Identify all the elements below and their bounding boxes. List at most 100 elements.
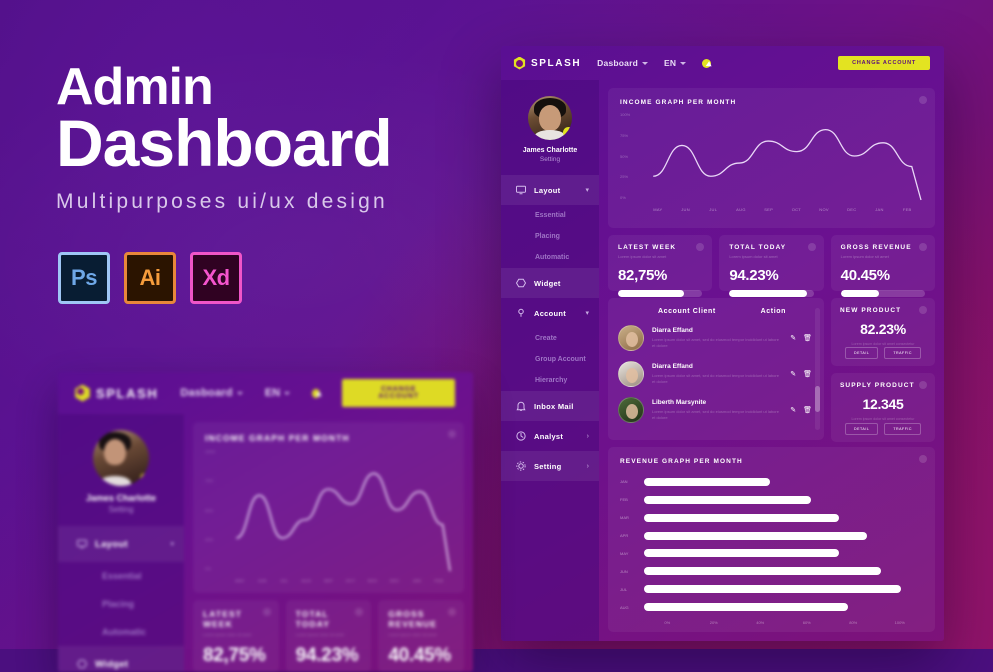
sidebar-subitem-group-account[interactable]: Group Account	[501, 349, 599, 370]
card-menu-icon	[355, 608, 364, 616]
promo-title-line2: Dashboard	[56, 105, 393, 180]
stat-progress-bar	[729, 290, 814, 297]
user-icon	[515, 307, 527, 319]
sidebar-subitem-hierarchy[interactable]: Hierarchy	[501, 370, 599, 391]
nav-language[interactable]: EN	[663, 58, 687, 68]
card-menu-icon[interactable]	[919, 455, 927, 463]
sidebar-item-layout-label: Layout	[95, 538, 128, 550]
income-graph-title: INCOME GRAPH PER MONTH	[620, 99, 737, 106]
scrollbar-thumb[interactable]	[815, 386, 820, 412]
revenue-x-axis: 0% 20% 40% 60% 80% 100%	[620, 620, 923, 625]
dashboard-topbar: SPLASH Dasboard EN CHANGE ACCOUNT	[501, 46, 944, 80]
sidebar-subitem-automatic[interactable]: Automatic	[501, 247, 599, 268]
change-account-button[interactable]: CHANGE ACCOUNT	[838, 56, 930, 70]
revenue-bar-label: APR	[620, 533, 629, 539]
trash-icon[interactable]: 🗑	[803, 370, 812, 378]
stat-title: TOTAL TODAY	[729, 244, 787, 251]
stat-value: 94.23%	[729, 267, 779, 284]
revenue-bar-label: AUG	[620, 604, 629, 610]
stat-cards-row: LATEST WEEK Lorem ipsum dolor sit amet 8…	[193, 600, 465, 672]
revenue-bar	[644, 603, 848, 612]
traffic-button[interactable]: TRAFFIC	[884, 422, 921, 435]
x-tick: OCT	[791, 206, 802, 212]
revenue-bar-row: AUG	[620, 603, 923, 612]
sidebar-subitem-create[interactable]: Create	[501, 328, 599, 349]
trash-icon[interactable]: 🗑	[803, 334, 812, 342]
sidebar-item-analyst-label: Analyst	[534, 431, 564, 441]
pencil-icon[interactable]: ✎	[790, 406, 796, 414]
y-tick: 100%	[620, 112, 631, 117]
product-value: 82.23%	[860, 321, 906, 337]
profile-block[interactable]: James Charlotte Setting	[501, 90, 599, 175]
chevron-down-icon	[641, 61, 648, 65]
sidebar-subitem-essential[interactable]: Essential	[501, 205, 599, 226]
revenue-bar-row: MAY	[620, 549, 923, 558]
sidebar-item-widget-label: Widget	[534, 278, 561, 288]
stat-card-total-today: TOTAL TODAY Lorem ipsum dolor sit amet 9…	[285, 600, 372, 672]
avatar-status-badge	[563, 127, 572, 138]
card-menu-icon	[448, 608, 457, 616]
revenue-bar-track	[644, 585, 923, 594]
revenue-bar-row: JAN	[620, 477, 923, 486]
revenue-bar	[644, 531, 868, 540]
revenue-graph-card: REVENUE GRAPH PER MONTH JAN FEB MAR APR MAY J…	[608, 447, 935, 632]
client-table-header: Account Client Action	[618, 308, 812, 315]
card-menu-icon	[448, 430, 456, 438]
nav-dasboard-label: Dasboard	[597, 58, 638, 68]
table-row[interactable]: Liberth Marsynite Lorem ipsum dolor sit …	[618, 397, 812, 423]
income-x-axis: MAY JUN JUL AUG SEP OCT NOV DEC JAN FEB	[229, 573, 450, 587]
sidebar-item-analyst[interactable]: Analyst ›	[501, 421, 599, 451]
brand-logo[interactable]: SPLASH	[513, 56, 582, 70]
sidebar-item-layout[interactable]: Layout ▾	[501, 175, 599, 205]
dashboard-window: SPLASH Dasboard EN CHANGE ACCOUNT James …	[501, 46, 944, 641]
sidebar-item-setting[interactable]: Setting ›	[501, 451, 599, 481]
x-tick: OCT	[345, 577, 356, 583]
detail-button[interactable]: DETAIL	[845, 347, 879, 360]
illustrator-icon: Ai	[124, 252, 176, 304]
sidebar-subitem-group-account-label: Group Account	[535, 356, 586, 363]
revenue-bar-label: MAR	[620, 515, 629, 521]
brand-name: SPLASH	[531, 57, 582, 69]
adobe-xd-icon: Xd	[190, 252, 242, 304]
card-menu-icon[interactable]	[919, 96, 927, 104]
scrollbar[interactable]	[815, 308, 820, 430]
sidebar-item-widget[interactable]: Widget	[501, 268, 599, 298]
card-menu-icon[interactable]	[807, 243, 816, 251]
account-client-card: Account Client Action Diarra Effand Lore…	[608, 298, 824, 440]
sidebar-subitem-create-label: Create	[535, 335, 557, 342]
revenue-bar-row: APR	[620, 531, 923, 540]
nav-language-label: EN	[663, 58, 677, 68]
detail-button[interactable]: DETAIL	[845, 422, 879, 435]
card-menu-icon[interactable]	[918, 243, 927, 251]
product-title: NEW PRODUCT	[840, 307, 902, 314]
pencil-icon[interactable]: ✎	[790, 334, 796, 342]
card-menu-icon[interactable]	[696, 243, 705, 251]
stat-subtitle: Lorem ipsum dolor sit amet	[388, 632, 437, 637]
stat-title: GROSS REVENUE	[388, 609, 438, 629]
sidebar-item-account[interactable]: Account ▾	[501, 298, 599, 328]
sidebar-item-layout: Layout ▾	[58, 526, 184, 562]
sidebar-item-account-label: Account	[534, 308, 567, 318]
x-tick: DEC	[847, 206, 857, 212]
pencil-icon[interactable]: ✎	[790, 370, 796, 378]
sidebar-subitem-placing[interactable]: Placing	[501, 226, 599, 247]
traffic-button[interactable]: TRAFFIC	[884, 347, 921, 360]
y-tick: 25%	[620, 174, 629, 180]
avatar	[618, 397, 644, 423]
monitor-icon	[76, 538, 88, 550]
income-line-chart: 100% 75% 50% 25% 0% MAY JUN JUL AUG SEP OCT NO…	[620, 112, 923, 216]
revenue-bar-track	[644, 495, 923, 504]
card-menu-icon[interactable]	[919, 306, 927, 314]
income-y-axis: 100% 75% 50% 25% 0%	[205, 449, 227, 571]
splash-logo-icon	[75, 384, 90, 402]
revenue-bar-row: JUN	[620, 567, 923, 576]
sidebar-subitem-placing: Placing	[58, 590, 184, 618]
sidebar-item-widget-label: Widget	[95, 658, 129, 670]
nav-dasboard[interactable]: Dasboard	[597, 58, 648, 68]
client-header-action: Action	[760, 308, 786, 315]
client-description: Lorem ipsum dolor sit amet, sed do eiusm…	[652, 336, 779, 348]
table-row[interactable]: Diarra Effand Lorem ipsum dolor sit amet…	[618, 325, 812, 351]
trash-icon[interactable]: 🗑	[803, 406, 812, 414]
table-row[interactable]: Diarra Effand Lorem ipsum dolor sit amet…	[618, 361, 812, 387]
sidebar-item-inbox-mail[interactable]: Inbox Mail	[501, 391, 599, 421]
